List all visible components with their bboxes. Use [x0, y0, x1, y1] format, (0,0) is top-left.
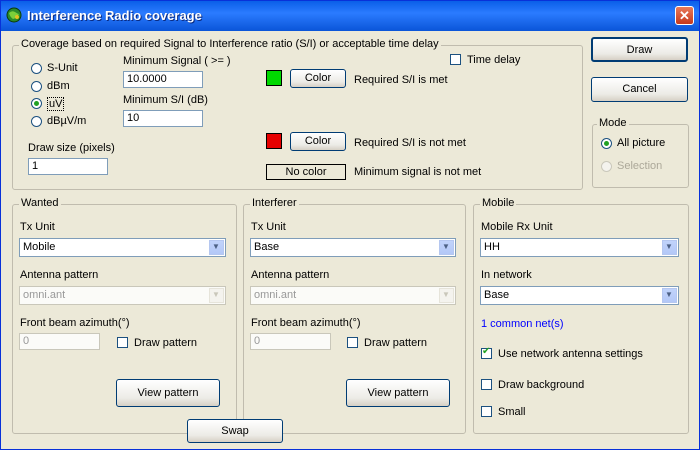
not-met-label: Required S/I is not met [354, 137, 466, 149]
met-color-button-label: Color [304, 72, 332, 84]
coverage-group-title: Coverage based on required Signal to Int… [19, 38, 441, 50]
radio-dbm[interactable] [31, 81, 42, 92]
radio-s-unit[interactable] [31, 63, 42, 74]
wanted-tx-unit-value: Mobile [23, 241, 56, 253]
use-antenna-checkbox[interactable] [481, 346, 492, 359]
radio-all-picture-label: All picture [617, 137, 666, 149]
wanted-draw-pattern-checkbox[interactable] [117, 337, 128, 348]
draw-size-label: Draw size (pixels) [28, 142, 115, 154]
cancel-button-label: Cancel [622, 83, 657, 95]
chevron-down-icon[interactable] [209, 240, 224, 255]
wanted-group-title: Wanted [19, 197, 61, 209]
radio-dbuv[interactable] [31, 116, 42, 127]
mobile-rx-unit-label: Mobile Rx Unit [481, 221, 553, 233]
radio-s-unit-label: S-Unit [47, 62, 78, 74]
common-net-text: 1 common net(s) [481, 318, 564, 330]
wanted-tx-unit-select[interactable]: Mobile [19, 238, 226, 257]
mode-group-title: Mode [597, 117, 629, 129]
radio-all-picture[interactable] [601, 138, 612, 149]
wanted-draw-pattern-label: Draw pattern [134, 337, 197, 349]
min-signal-label: Minimum Signal ( >= ) [123, 55, 231, 67]
interferer-tx-unit-select[interactable]: Base [250, 238, 456, 257]
mobile-rx-unit-value: HH [484, 241, 500, 253]
radio-dbm-label: dBm [47, 80, 70, 92]
draw-background-label: Draw background [498, 379, 585, 391]
draw-button[interactable]: Draw [591, 37, 688, 62]
small-checkbox[interactable] [481, 406, 492, 417]
chevron-down-icon[interactable] [209, 288, 224, 303]
wanted-azimuth-input[interactable]: 0 [19, 333, 100, 350]
close-icon: ✕ [679, 8, 690, 23]
title-bar[interactable]: Interference Radio coverage ✕ [1, 1, 699, 31]
interferer-view-pattern-button[interactable]: View pattern [346, 379, 450, 407]
mobile-network-select[interactable]: Base [480, 286, 679, 305]
window-title: Interference Radio coverage [27, 8, 202, 23]
interferer-antenna-select[interactable]: omni.ant [250, 286, 456, 305]
interferer-azimuth-label: Front beam azimuth(°) [251, 317, 361, 329]
chevron-down-icon[interactable] [439, 288, 454, 303]
not-met-color-button-label: Color [304, 135, 332, 147]
draw-button-label: Draw [626, 44, 653, 56]
mobile-network-value: Base [484, 289, 510, 301]
interferer-group-title: Interferer [250, 197, 299, 209]
interferer-tx-unit-value: Base [254, 241, 280, 253]
met-color-swatch [266, 70, 282, 86]
interferer-tx-unit-label: Tx Unit [251, 221, 286, 233]
radio-uv[interactable] [31, 98, 42, 109]
interferer-azimuth-value: 0 [254, 335, 261, 347]
interferer-draw-pattern-label: Draw pattern [364, 337, 427, 349]
chevron-down-icon[interactable] [439, 240, 454, 255]
not-met-color-button[interactable]: Color [290, 132, 346, 151]
swap-button-label: Swap [221, 425, 249, 437]
wanted-view-pattern-label: View pattern [137, 387, 199, 399]
radio-dbuv-label: dBµV/m [47, 115, 87, 127]
interferer-view-pattern-label: View pattern [367, 387, 429, 399]
chevron-down-icon[interactable] [662, 288, 677, 303]
min-not-met-label: Minimum signal is not met [354, 166, 482, 178]
draw-size-input[interactable]: 1 [28, 158, 108, 175]
min-signal-value: 10.0000 [127, 73, 167, 85]
min-si-label: Minimum S/I (dB) [123, 94, 208, 106]
wanted-tx-unit-label: Tx Unit [20, 221, 55, 233]
min-si-value: 10 [127, 112, 140, 124]
close-button[interactable]: ✕ [675, 6, 694, 25]
draw-background-checkbox[interactable] [481, 379, 492, 390]
no-color-box: No color [266, 164, 346, 180]
wanted-view-pattern-button[interactable]: View pattern [116, 379, 220, 407]
interferer-azimuth-input[interactable]: 0 [250, 333, 331, 350]
draw-size-value: 1 [32, 160, 39, 172]
wanted-antenna-select[interactable]: omni.ant [19, 286, 226, 305]
wanted-antenna-label: Antenna pattern [20, 269, 99, 281]
interferer-antenna-value: omni.ant [254, 289, 297, 301]
time-delay-label: Time delay [467, 54, 521, 66]
swap-button[interactable]: Swap [187, 419, 283, 443]
met-color-button[interactable]: Color [290, 69, 346, 88]
radio-selection-label: Selection [617, 160, 663, 172]
radio-uv-label: uV [47, 97, 65, 111]
chevron-down-icon[interactable] [662, 240, 677, 255]
interferer-antenna-label: Antenna pattern [251, 269, 330, 281]
no-color-label: No color [285, 166, 327, 178]
time-delay-checkbox[interactable] [450, 54, 461, 65]
min-signal-input[interactable]: 10.0000 [123, 71, 203, 88]
wanted-azimuth-value: 0 [23, 335, 30, 347]
mode-group: Mode [592, 117, 689, 188]
mobile-rx-unit-select[interactable]: HH [480, 238, 679, 257]
min-si-input[interactable]: 10 [123, 110, 203, 127]
mobile-group-title: Mobile [480, 197, 517, 209]
not-met-color-swatch [266, 133, 282, 149]
radio-selection[interactable] [601, 161, 612, 172]
cancel-button[interactable]: Cancel [591, 77, 688, 102]
use-antenna-label: Use network antenna settings [498, 348, 643, 360]
mobile-network-label: In network [481, 269, 532, 281]
met-label: Required S/I is met [354, 74, 448, 86]
interferer-draw-pattern-checkbox[interactable] [347, 337, 358, 348]
wanted-azimuth-label: Front beam azimuth(°) [20, 317, 130, 329]
wanted-antenna-value: omni.ant [23, 289, 66, 301]
small-label: Small [498, 406, 526, 418]
globe-icon [6, 7, 22, 23]
dialog-window: Interference Radio coverage ✕ Coverage b… [0, 0, 700, 450]
